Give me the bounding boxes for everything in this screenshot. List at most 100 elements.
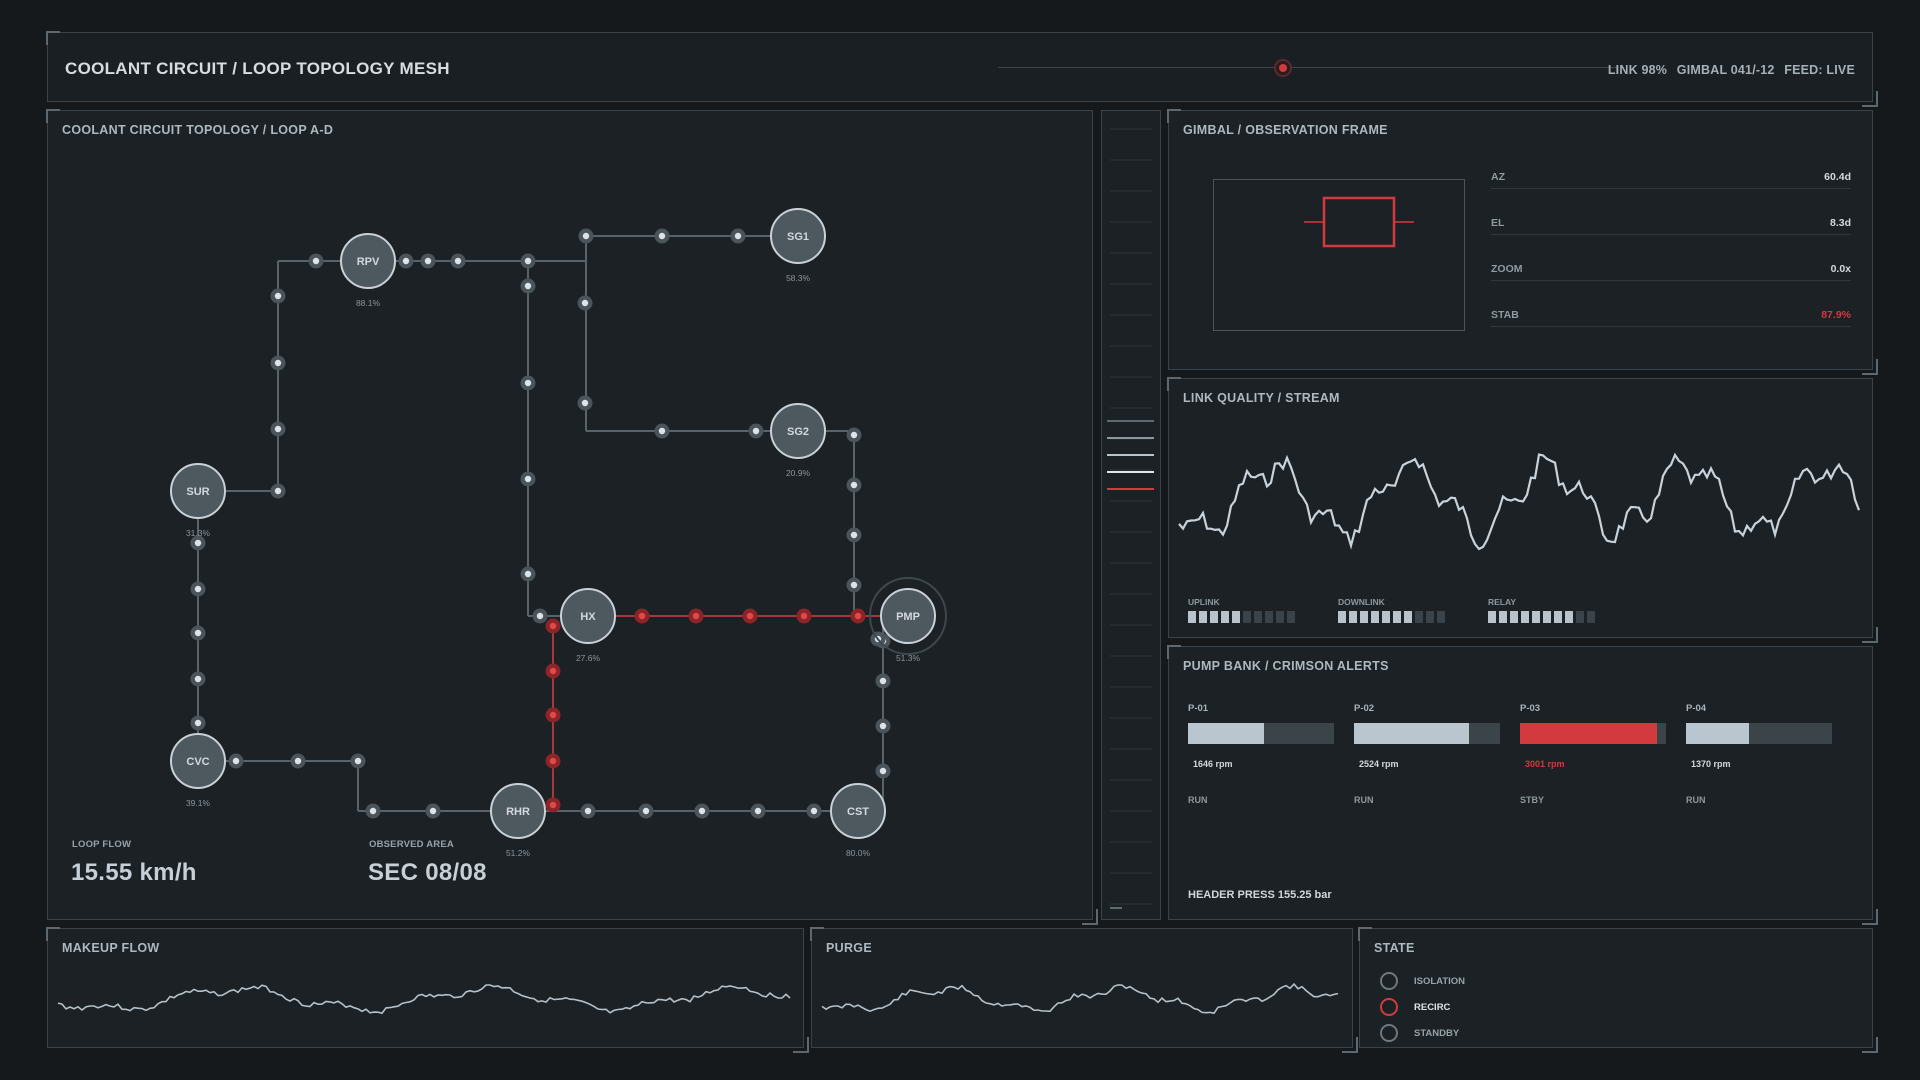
meter-block [1521,611,1529,623]
gimbal-el-row: EL 8.3d [1491,215,1851,235]
meter-block [1199,611,1207,623]
pump-rpm: 1646 rpm [1193,759,1233,769]
meter-block [1488,611,1496,623]
pipe-junction [806,803,822,819]
meter-block [1565,611,1573,623]
state-option-recirc[interactable]: RECIRC [1380,997,1450,1017]
gimbal-title: GIMBAL / OBSERVATION FRAME [1183,123,1388,137]
gimbal-value: 0.0x [1830,263,1851,275]
pump-bar [1188,723,1334,744]
meter-block [1426,611,1434,623]
corner-mark [1862,91,1878,107]
state-title: STATE [1374,941,1415,955]
node-hx[interactable]: HX 27.6% [560,588,616,663]
corner-mark [1167,645,1181,659]
loop-flow-value: 15.55 km/h [71,859,197,886]
node-cst[interactable]: CST 80.0% [830,783,886,858]
alert-junction [545,663,561,679]
corner-mark [1862,359,1878,375]
pipe-junction [580,803,596,819]
feed-status: FEED: LIVE [1784,63,1855,77]
scrub-track[interactable] [998,67,1618,68]
node-sg1[interactable]: SG1 58.3% [770,208,826,283]
pipe-junction [190,581,206,597]
node-sg2[interactable]: SG2 20.9% [770,403,826,478]
gimbal-key: EL [1491,217,1505,229]
pump-rpm-alert: 3001 rpm [1525,759,1565,769]
corner-mark [1862,909,1878,925]
alert-junction [688,608,704,624]
state-option-isolation[interactable]: ISOLATION [1380,971,1465,991]
pump-p02[interactable]: P-02 2524 rpm RUN [1354,703,1502,805]
status-readout: LINK 98% GIMBAL 041/-12 FEED: LIVE [1602,63,1855,77]
gimbal-value: 8.3d [1829,217,1851,229]
pipe-junction [270,421,286,437]
observation-frame[interactable] [1213,179,1465,331]
pump-state: STBY [1520,795,1545,805]
meter-block [1243,611,1251,623]
alert-junction [545,797,561,813]
radio-button[interactable] [1380,1024,1398,1042]
gimbal-key: STAB [1491,309,1519,321]
node-cvc[interactable]: CVC 39.1% [170,733,226,808]
pipe-junction [846,527,862,543]
alert-junction [796,608,812,624]
node-label: PMP [896,611,920,623]
pipe-junction [846,577,862,593]
meter-block [1437,611,1445,623]
node-percent: 20.9% [786,468,811,478]
node-label: SUR [186,486,209,498]
pump-p04[interactable]: P-04 1370 rpm RUN [1686,703,1834,805]
topology-panel: COOLANT CIRCUIT TOPOLOGY / LOOP A-D RPV 8… [46,109,1098,925]
pump-p01[interactable]: P-01 1646 rpm RUN [1188,703,1336,805]
meter-block [1360,611,1368,623]
radio-button[interactable] [1380,972,1398,990]
gimbal-zoom-row: ZOOM 0.0x [1491,261,1851,281]
node-label: HX [580,611,596,623]
corner-mark [1342,1037,1358,1053]
gimbal-az-row: AZ 60.4d [1491,169,1851,189]
meter-block [1371,611,1379,623]
meter-block [1349,611,1357,623]
stream-waveform [1178,452,1861,551]
scroll-ruler[interactable] [1101,110,1161,920]
scrub-knob[interactable] [1274,59,1292,77]
pipe-junction [577,395,593,411]
node-percent: 88.1% [356,298,381,308]
meter-label: UPLINK [1188,597,1220,607]
node-pmp[interactable]: PMP 51.3% [880,588,936,663]
node-rpv[interactable]: RPV 88.1% [340,233,396,308]
pipe-junction [190,715,206,731]
corner-mark [1862,627,1878,643]
state-option-standby[interactable]: STANDBY [1380,1023,1459,1043]
pipe-junction [875,763,891,779]
pipe-junction [577,295,593,311]
meter-block [1338,611,1346,623]
pipe-junction [190,671,206,687]
node-rhr[interactable]: RHR 51.2% [490,783,546,858]
alert-junction [545,707,561,723]
pump-fill [1520,723,1658,744]
meter-block [1287,611,1295,623]
pump-p03[interactable]: P-03 3001 rpm STBY [1520,703,1668,805]
pump-rpm: 2524 rpm [1359,759,1399,769]
makeup-flow-title: MAKEUP FLOW [62,941,160,955]
pipe-junction [450,253,466,269]
meter-block [1415,611,1423,623]
corner-mark [46,927,60,941]
pipe-junction [420,253,436,269]
state-panel: STATE ISOLATION RECIRC STANDBY [1358,927,1878,1053]
meter-block [1188,611,1196,623]
pipe-junction [270,355,286,371]
node-percent: 39.1% [186,798,211,808]
meter-block [1576,611,1584,623]
observed-area-label: OBSERVED AREA [369,839,454,850]
radio-button-selected[interactable] [1380,998,1398,1016]
pump-state: RUN [1354,795,1374,805]
alert-junction [634,608,650,624]
pump-state: RUN [1188,795,1208,805]
pump-fill [1188,723,1264,744]
gimbal-value-alert: 87.9% [1821,309,1851,321]
pump-label: P-01 [1188,703,1209,714]
pipe-junction [748,423,764,439]
